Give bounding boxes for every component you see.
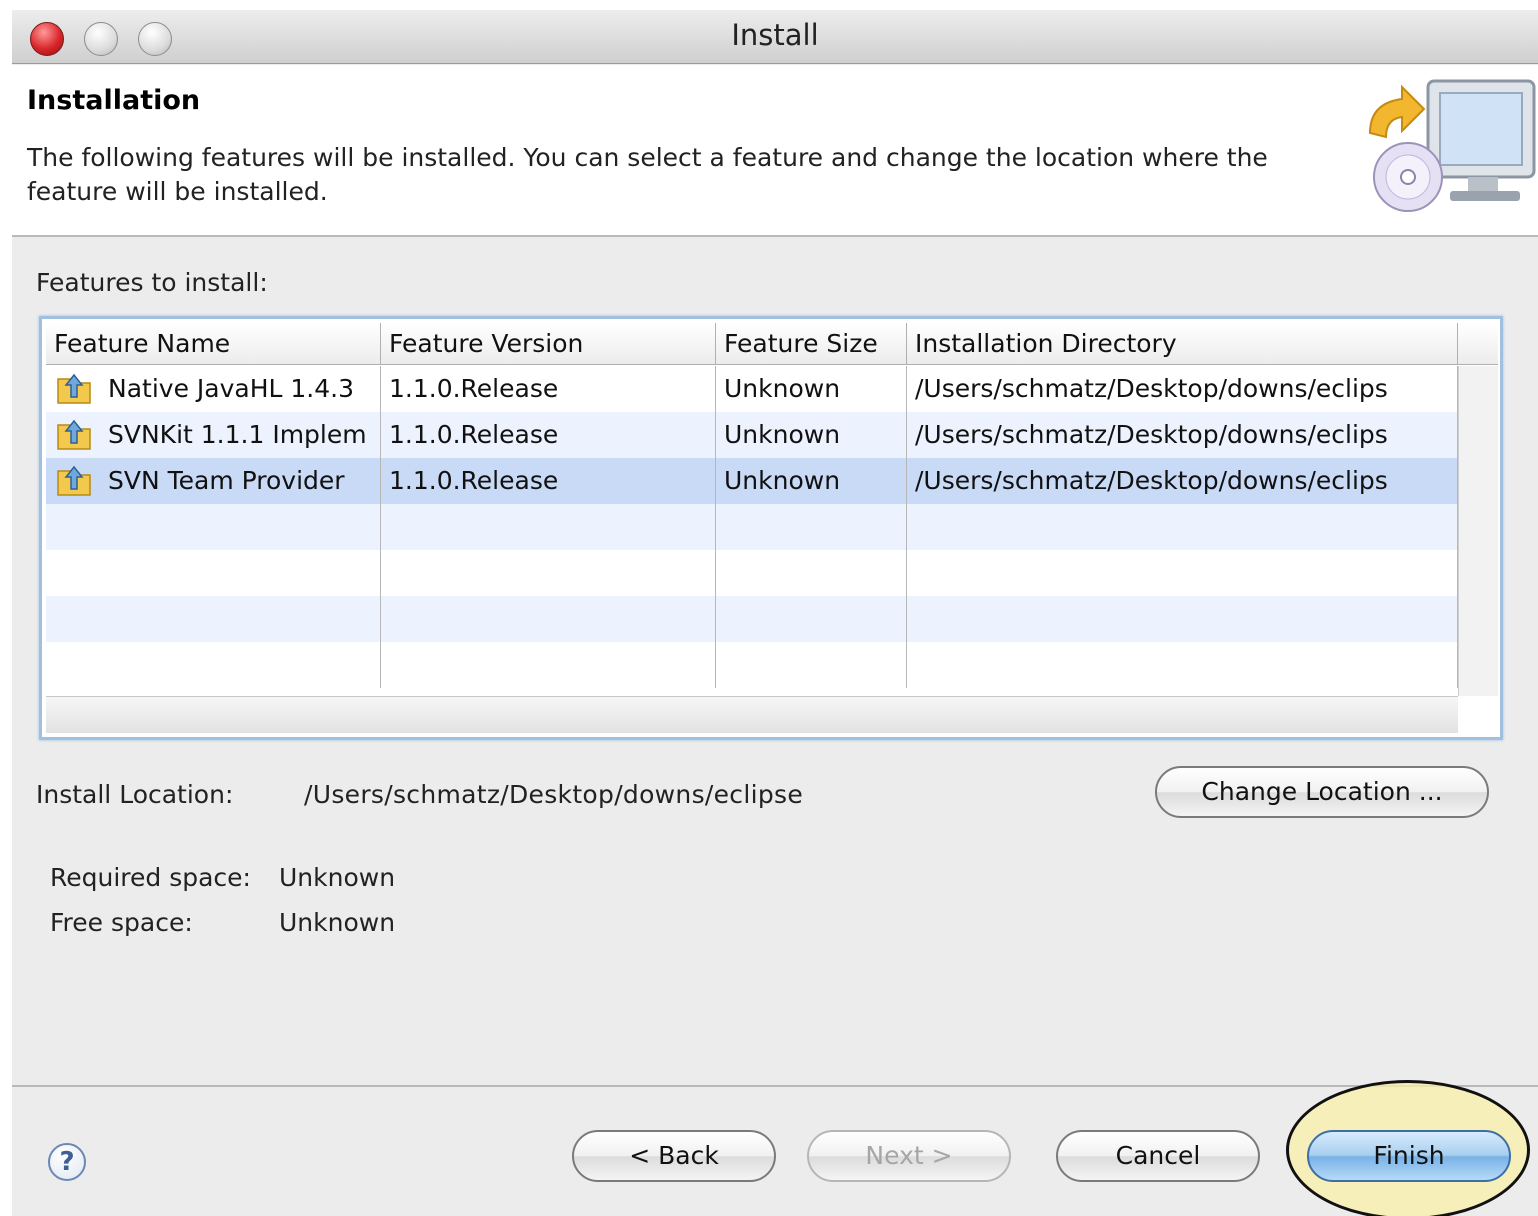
finish-button[interactable]: Finish [1307,1130,1511,1182]
feature-version: 1.1.0.Release [381,366,716,412]
free-space-value: Unknown [279,908,396,937]
feature-size: Unknown [716,366,907,412]
install-location-value: /Users/schmatz/Desktop/downs/eclipse [304,780,804,809]
help-icon[interactable]: ? [48,1143,86,1181]
column-header-feature-name[interactable]: Feature Name [46,323,381,365]
vertical-scrollbar[interactable] [1458,366,1498,696]
features-table[interactable]: Feature Name Feature Version Feature Siz… [39,316,1503,740]
table-body: Native JavaHL 1.4.3 1.1.0.Release Unknow… [46,366,1458,696]
required-space-value: Unknown [279,863,396,892]
back-button[interactable]: < Back [572,1130,776,1182]
wizard-header: Installation The following features will… [12,65,1538,237]
install-computer-cd-icon [1368,79,1536,212]
empty-row [46,596,1458,642]
feature-directory: /Users/schmatz/Desktop/downs/eclips [907,412,1458,458]
feature-name-cell: Native JavaHL 1.4.3 [46,366,381,412]
feature-version: 1.1.0.Release [381,412,716,458]
feature-name: SVN Team Provider [108,466,345,495]
feature-name-cell: SVNKit 1.1.1 Implem [46,412,381,458]
empty-row [46,642,1458,688]
install-dialog: Install Installation The following featu… [12,10,1538,1216]
column-header-feature-version[interactable]: Feature Version [381,323,716,365]
table-header-corner [1458,323,1498,365]
feature-size: Unknown [716,412,907,458]
empty-row [46,504,1458,550]
feature-directory: /Users/schmatz/Desktop/downs/eclips [907,458,1458,504]
table-row-selected[interactable]: SVN Team Provider 1.1.0.Release Unknown … [46,458,1458,504]
cancel-button[interactable]: Cancel [1056,1130,1260,1182]
features-label: Features to install: [36,268,268,297]
feature-package-icon [57,465,91,496]
free-space-label: Free space: [50,908,193,937]
column-header-installation-directory[interactable]: Installation Directory [907,323,1458,365]
page-title: Installation [27,85,201,116]
next-button[interactable]: Next > [807,1130,1011,1182]
feature-package-icon [57,419,91,450]
feature-directory: /Users/schmatz/Desktop/downs/eclips [907,366,1458,412]
feature-package-icon [57,373,91,404]
feature-name: Native JavaHL 1.4.3 [108,374,354,403]
table-row[interactable]: SVNKit 1.1.1 Implem 1.1.0.Release Unknow… [46,412,1458,458]
title-bar: Install [12,10,1538,64]
horizontal-scrollbar[interactable] [46,696,1458,733]
feature-name-cell: SVN Team Provider [46,458,381,504]
table-row[interactable]: Native JavaHL 1.4.3 1.1.0.Release Unknow… [46,366,1458,412]
column-header-feature-size[interactable]: Feature Size [716,323,907,365]
table-header: Feature Name Feature Version Feature Siz… [46,323,1458,365]
feature-size: Unknown [716,458,907,504]
feature-name: SVNKit 1.1.1 Implem [108,420,367,449]
footer-separator [12,1085,1538,1087]
install-location-label: Install Location: [36,780,234,809]
change-location-button[interactable]: Change Location ... [1155,766,1489,818]
required-space-label: Required space: [50,863,251,892]
empty-row [46,550,1458,596]
page-description: The following features will be installed… [27,143,1268,206]
feature-version: 1.1.0.Release [381,458,716,504]
window-title: Install [731,18,819,52]
